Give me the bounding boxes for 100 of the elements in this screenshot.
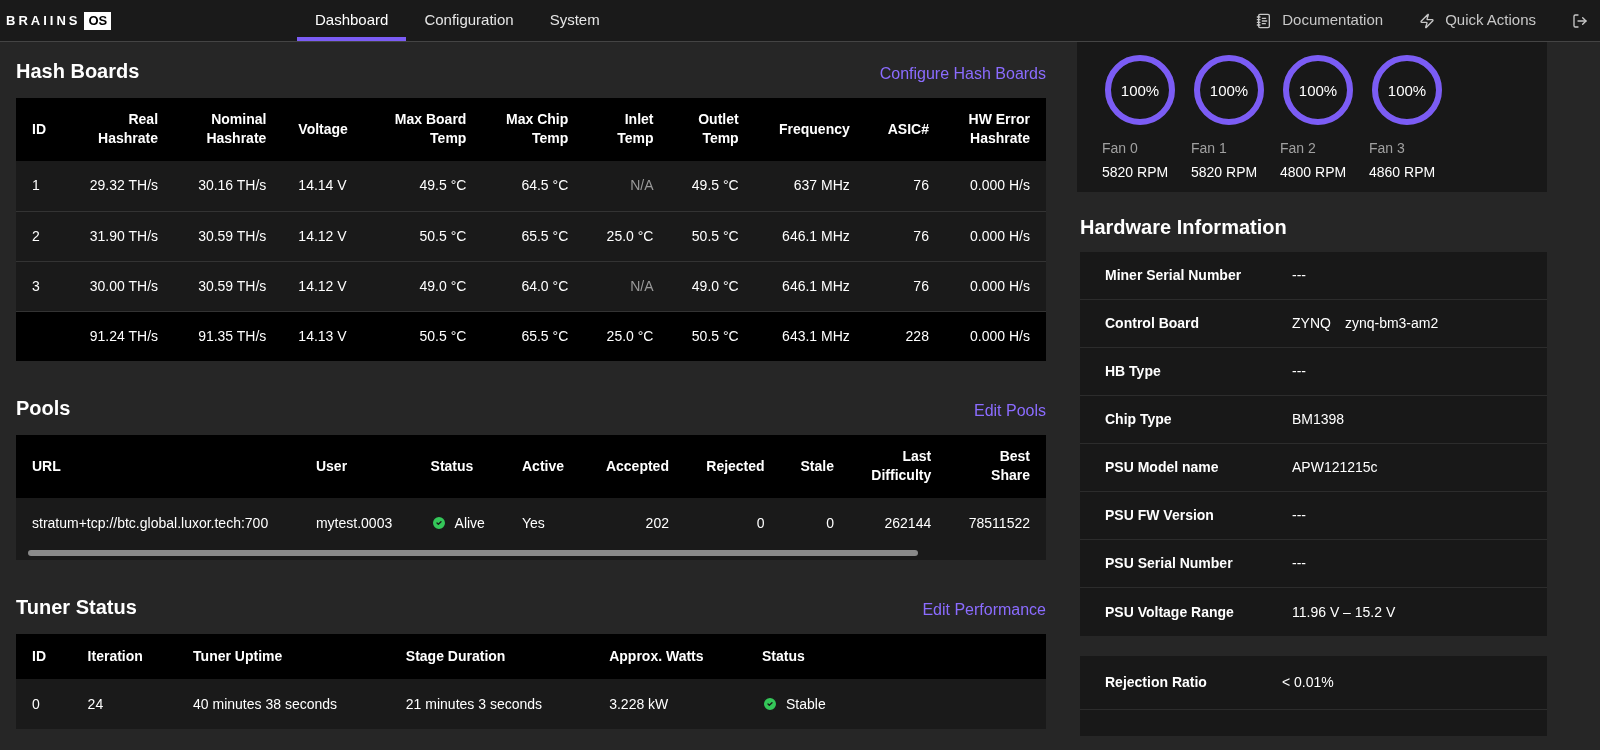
fan-rpm: 5820 RPM xyxy=(1191,163,1259,182)
logo-badge: OS xyxy=(84,11,112,30)
table-cell: 29.32 TH/s xyxy=(65,161,175,211)
table-cell: 262144 xyxy=(849,498,948,548)
table-cell: 76 xyxy=(865,211,945,261)
logout-icon[interactable] xyxy=(1572,12,1588,29)
column-header: Stage Duration xyxy=(405,647,506,666)
column-header: Active xyxy=(522,457,564,476)
fan-rpm: 4800 RPM xyxy=(1280,163,1348,182)
section-title: Pools xyxy=(16,396,71,421)
info-label: Miner Serial Number xyxy=(1104,266,1243,285)
table-cell: 30.00 TH/s xyxy=(65,261,175,311)
info-value: --- xyxy=(1292,362,1306,381)
fan-rpm: 5820 RPM xyxy=(1102,163,1170,182)
table-cell: 14.12 V xyxy=(282,211,371,261)
column-header: Approx. Watts xyxy=(609,647,704,666)
table-cell: 49.5 °C xyxy=(669,161,755,211)
column-header: Inlet Temp xyxy=(617,110,654,148)
status-text: Stable xyxy=(786,694,826,714)
table-cell: 78511522 xyxy=(947,498,1046,548)
table-cell: 202 xyxy=(584,498,685,548)
info-label: PSU Serial Number xyxy=(1104,554,1234,573)
table-cell: 14.14 V xyxy=(282,161,371,211)
table-cell: N/A xyxy=(584,161,670,211)
nav-tab[interactable]: System xyxy=(531,0,618,41)
info-value: ZYNQ xyxy=(1292,314,1331,333)
table-cell: Yes xyxy=(506,498,585,548)
table-cell: 65.5 °C xyxy=(482,311,585,361)
table-cell: 0.000 H/s xyxy=(944,211,1046,261)
nav-tab[interactable]: Dashboard xyxy=(297,0,407,41)
table-cell: 0.000 H/s xyxy=(944,311,1046,361)
lightning-icon xyxy=(1419,12,1436,29)
column-header: Frequency xyxy=(779,120,850,139)
column-header: Last Difficulty xyxy=(871,447,932,485)
column-header: Outlet Temp xyxy=(698,110,739,148)
table-cell: 76 xyxy=(865,161,945,211)
table-cell: 64.0 °C xyxy=(482,261,585,311)
section-link[interactable]: Edit Pools xyxy=(973,399,1046,423)
table-cell: 2 xyxy=(16,211,66,261)
table-cell: 65.5 °C xyxy=(482,211,585,261)
info-label: PSU Model name xyxy=(1104,458,1220,477)
table-cell: mytest.0003 xyxy=(299,498,415,548)
column-header: Voltage xyxy=(298,120,348,139)
fan-label: Fan 2 xyxy=(1280,139,1317,158)
status-text: Alive xyxy=(454,513,485,533)
column-header: ASIC# xyxy=(887,120,929,139)
info-value: < 0.01% xyxy=(1282,673,1334,692)
table-cell: 3 xyxy=(16,261,66,311)
fan-label: Fan 1 xyxy=(1191,139,1228,158)
info-label: Rejection Ratio xyxy=(1104,673,1208,692)
header-action[interactable]: Documentation xyxy=(1256,9,1384,32)
info-value: APW121215c xyxy=(1292,458,1378,477)
section-link[interactable]: Edit Performance xyxy=(922,598,1046,622)
table-cell: 646.1 MHz xyxy=(754,211,866,261)
table-cell: 50.5 °C xyxy=(669,311,755,361)
info-value: --- xyxy=(1292,266,1306,285)
table-cell: 0.000 H/s xyxy=(944,261,1046,311)
table-cell: 1 xyxy=(16,161,66,211)
table-cell: 31.90 TH/s xyxy=(65,211,175,261)
table-cell: 3.228 kW xyxy=(593,679,746,729)
column-header: Max Chip Temp xyxy=(506,110,569,148)
info-label: PSU Voltage Range xyxy=(1104,602,1235,622)
table-cell: 49.5 °C xyxy=(370,161,483,211)
info-value: BM1398 xyxy=(1292,410,1345,429)
table-cell: 228 xyxy=(865,311,945,361)
table-cell: 24 xyxy=(71,679,178,729)
table-cell: 30.59 TH/s xyxy=(174,261,283,311)
info-value: --- xyxy=(1292,554,1306,573)
table-cell: 25.0 °C xyxy=(584,311,670,361)
info-value: zynq-bm3-am2 xyxy=(1344,314,1439,333)
header-action[interactable]: Quick Actions xyxy=(1419,9,1536,32)
column-header: Status xyxy=(762,647,805,666)
column-header: ID xyxy=(32,120,46,139)
table-cell: 49.0 °C xyxy=(669,261,755,311)
table-cell: 0.000 H/s xyxy=(944,161,1046,211)
table-cell: 643.1 MHz xyxy=(754,311,866,361)
section-link[interactable]: Configure Hash Boards xyxy=(879,62,1046,86)
column-header: Real Hashrate xyxy=(98,110,159,148)
info-label: Chip Type xyxy=(1104,410,1173,429)
column-header: URL xyxy=(32,457,61,476)
column-header: Best Share xyxy=(991,447,1030,485)
table-cell: 0 xyxy=(684,498,781,548)
column-header: Accepted xyxy=(605,457,669,476)
table-cell: 49.0 °C xyxy=(370,261,483,311)
table-cell: N/A xyxy=(584,261,670,311)
table-cell: 30.59 TH/s xyxy=(174,211,283,261)
table-cell: 30.16 TH/s xyxy=(174,161,283,211)
column-header: ID xyxy=(32,647,46,666)
section-title: Hash Boards xyxy=(16,59,140,84)
table-cell: 21 minutes 3 seconds xyxy=(389,679,594,729)
fan-rpm: 4860 RPM xyxy=(1369,163,1437,182)
table-cell: 91.24 TH/s xyxy=(65,311,175,361)
table-cell: 40 minutes 38 seconds xyxy=(177,679,390,729)
table-cell: 50.5 °C xyxy=(669,211,755,261)
table-cell: 0 xyxy=(16,679,72,729)
nav-tab[interactable]: Configuration xyxy=(406,0,532,41)
column-header: Stale xyxy=(800,457,834,476)
column-header: Max Board Temp xyxy=(394,110,467,148)
table-cell: 91.35 TH/s xyxy=(174,311,283,361)
column-header: Iteration xyxy=(87,647,143,666)
